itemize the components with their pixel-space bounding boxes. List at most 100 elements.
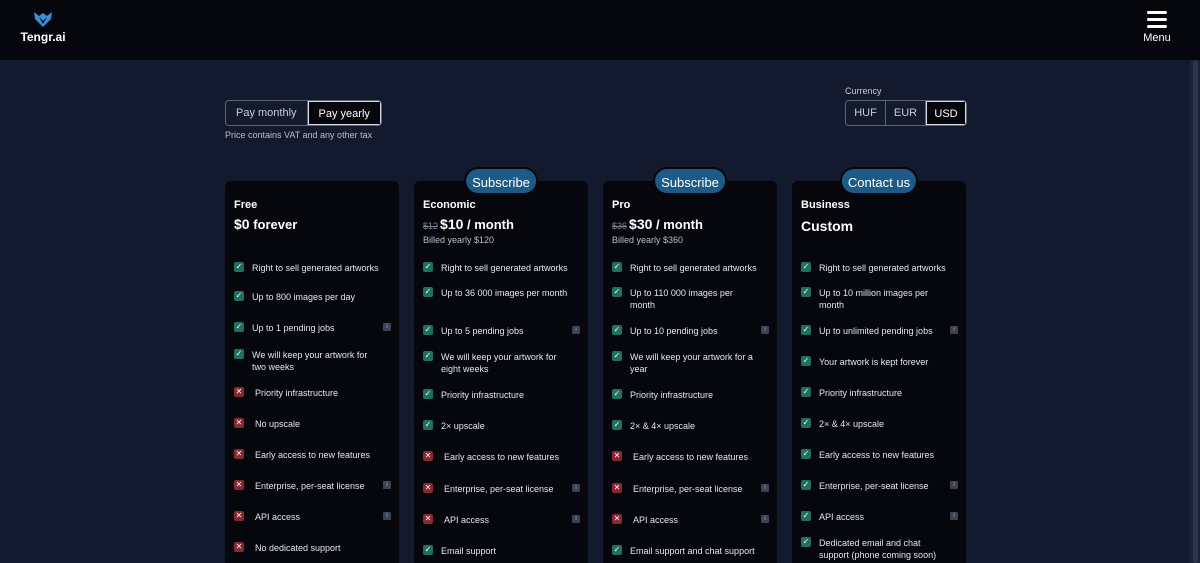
info-icon[interactable]: i [761, 326, 769, 334]
currency-eur-button[interactable]: EUR [886, 101, 926, 125]
cross-icon: ✕ [612, 451, 622, 461]
check-icon: ✓ [612, 420, 622, 430]
cross-icon: ✕ [612, 514, 622, 524]
feature-text: 2× & 4× upscale [819, 419, 885, 429]
feature-item: ✓ Right to sell generated artworks [801, 262, 957, 288]
info-icon[interactable]: i [761, 484, 769, 492]
feature-text: We will keep your artwork for a year [630, 352, 753, 374]
feature-item: ✓ Early access to new features [801, 449, 957, 475]
contact-us-button[interactable]: Contact us [839, 167, 919, 195]
subscribe-button[interactable]: Subscribe [464, 167, 538, 195]
feature-text: Email support [441, 546, 497, 556]
plan-card-pro: Subscribe Pro $36 $30 / month Billed yearly … [603, 167, 777, 563]
feature-text: Right to sell generated artworks [441, 263, 568, 273]
feature-item: ✕ No upscale [234, 418, 390, 444]
info-icon[interactable]: i [572, 326, 580, 334]
plan-price: $12 $10 / month [423, 216, 514, 232]
plan-price: $0 forever [234, 216, 297, 232]
info-icon[interactable]: i [572, 515, 580, 523]
feature-text: Up to 10 million images per month [819, 288, 929, 310]
feature-item: ✓ Up to 5 pending jobs i [423, 325, 580, 351]
feature-text: Priority infrastructure [630, 390, 714, 400]
check-icon: ✓ [801, 480, 811, 490]
feature-item: ✓ Right to sell generated artworks [612, 262, 768, 288]
feature-item: ✕ API access i [423, 514, 580, 540]
original-price: $12 [423, 221, 439, 231]
feature-item: ✓ Enterprise, per-seat license i [801, 480, 958, 506]
feature-item: ✓ Up to 10 million images per month [801, 287, 957, 313]
currency-usd-button[interactable]: USD [926, 101, 966, 125]
feature-text: Up to 1 pending jobs [252, 323, 335, 333]
feature-text: 2× & 4× upscale [630, 421, 696, 431]
feature-text: Enterprise, per-seat license [633, 484, 743, 494]
info-icon[interactable]: i [572, 484, 580, 492]
check-icon: ✓ [801, 449, 811, 459]
pay-yearly-button[interactable]: Pay yearly [307, 101, 381, 125]
cross-icon: ✕ [234, 387, 244, 397]
feature-item: ✕ API access i [234, 511, 391, 537]
info-icon[interactable]: i [950, 481, 958, 489]
logo[interactable]: Tengr.ai [18, 10, 68, 44]
cross-icon: ✕ [234, 511, 244, 521]
logo-text: Tengr.ai [20, 30, 66, 44]
info-icon[interactable]: i [383, 323, 391, 331]
feature-item: ✓ Priority infrastructure [423, 389, 579, 415]
feature-text: Early access to new features [255, 450, 371, 460]
feature-item: ✓ API access i [801, 511, 958, 537]
tengr-logo-icon [34, 12, 52, 27]
feature-text: We will keep your artwork for two weeks [252, 350, 368, 372]
feature-item: ✓ Up to 10 pending jobs i [612, 325, 769, 351]
cross-icon: ✕ [234, 418, 244, 428]
feature-text: Up to 110 000 images per month [630, 288, 733, 310]
feature-item: ✓ Dedicated email and chat support (phone… [801, 537, 957, 563]
feature-text: No upscale [255, 419, 301, 429]
check-icon: ✓ [612, 389, 622, 399]
check-icon: ✓ [801, 325, 811, 335]
plan-name: Economic [423, 199, 476, 211]
info-icon[interactable]: i [761, 515, 769, 523]
billed-yearly-note: Billed yearly $120 [423, 235, 495, 245]
cross-icon: ✕ [234, 542, 244, 552]
plan-card-economic: Subscribe Economic $12 $10 / month Billed ye… [414, 167, 588, 563]
pay-monthly-button[interactable]: Pay monthly [226, 101, 308, 125]
cross-icon: ✕ [423, 483, 433, 493]
check-icon: ✓ [612, 545, 622, 555]
currency-label: Currency [845, 86, 882, 96]
feature-item: ✕ Priority infrastructure [234, 387, 390, 413]
info-icon[interactable]: i [950, 326, 958, 334]
check-icon: ✓ [612, 351, 622, 361]
price-period: / month [652, 217, 703, 232]
check-icon: ✓ [801, 537, 811, 547]
currency-huf-button[interactable]: HUF [846, 101, 886, 125]
menu-button[interactable]: Menu [1142, 11, 1172, 44]
check-icon: ✓ [801, 287, 811, 297]
feature-item: ✓ Up to 800 images per day [234, 291, 390, 317]
feature-text: Up to 5 pending jobs [441, 326, 524, 336]
feature-text: API access [819, 512, 865, 522]
feature-text: Priority infrastructure [819, 388, 903, 398]
check-icon: ✓ [423, 389, 433, 399]
feature-item: ✕ API access i [612, 514, 769, 540]
feature-item: ✕ Early access to new features [234, 449, 390, 475]
feature-item: ✕ Enterprise, per-seat license i [234, 480, 391, 506]
plan-name: Free [234, 199, 258, 211]
check-icon: ✓ [234, 291, 244, 301]
info-icon[interactable]: i [950, 512, 958, 520]
feature-item: ✓ 2× & 4× upscale [612, 420, 768, 446]
currency-toggle: HUF EUR USD [845, 100, 967, 126]
check-icon: ✓ [801, 418, 811, 428]
check-icon: ✓ [234, 262, 244, 272]
feature-item: ✓ We will keep your artwork for a year [612, 351, 768, 377]
info-icon[interactable]: i [383, 512, 391, 520]
current-price: $0 [234, 216, 250, 232]
feature-item: ✓ We will keep your artwork for two weeks [234, 349, 390, 375]
scrollbar-thumb[interactable] [1193, 60, 1198, 563]
scrollbar[interactable] [1190, 60, 1200, 563]
cross-icon: ✕ [423, 514, 433, 524]
cross-icon: ✕ [612, 483, 622, 493]
subscribe-button[interactable]: Subscribe [653, 167, 727, 195]
check-icon: ✓ [423, 420, 433, 430]
info-icon[interactable]: i [383, 481, 391, 489]
cross-icon: ✕ [234, 480, 244, 490]
feature-item: ✓ Email support [423, 545, 579, 563]
